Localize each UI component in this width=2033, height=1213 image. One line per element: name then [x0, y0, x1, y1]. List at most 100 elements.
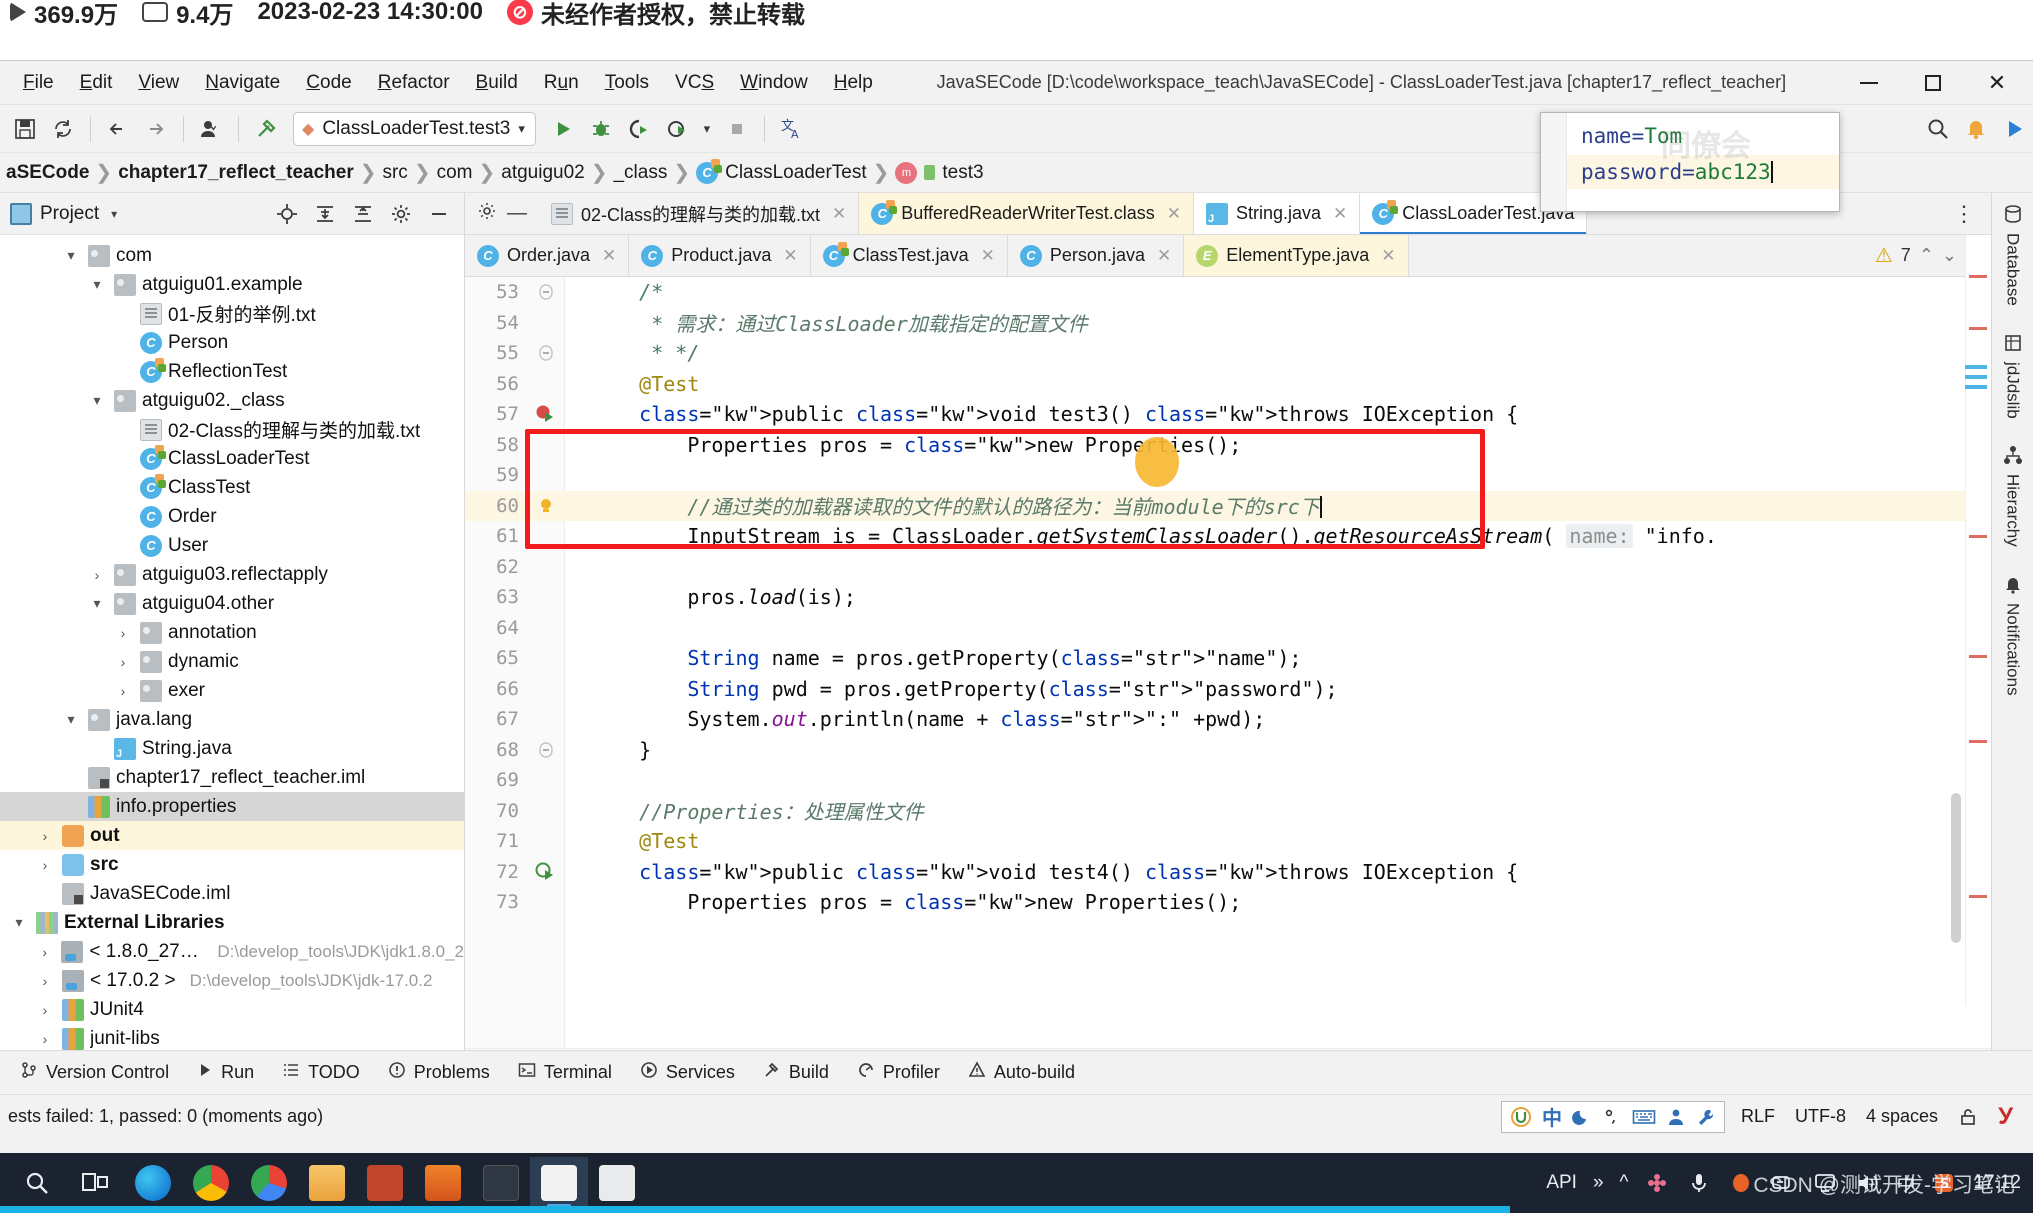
chevron-right-icon[interactable]: ›: [34, 1031, 56, 1047]
flower-icon[interactable]: [1644, 1170, 1670, 1196]
menu-item-edit[interactable]: Edit: [67, 68, 126, 98]
chevron-down-icon[interactable]: ▾: [60, 711, 82, 728]
tree-node[interactable]: ▾ atguigu02._class: [0, 386, 464, 415]
code-line[interactable]: 55 * */: [465, 338, 1991, 369]
code-line[interactable]: 65 String name = pros.getProperty(class=…: [465, 643, 1991, 674]
menu-item-file[interactable]: File: [10, 68, 67, 98]
code-line[interactable]: 62: [465, 552, 1991, 583]
fold-minus-icon[interactable]: [527, 344, 565, 362]
translate-icon[interactable]: 文A: [773, 110, 811, 148]
debug-icon[interactable]: [582, 110, 620, 148]
tree-node[interactable]: › out: [0, 821, 464, 850]
tool-window-version-control[interactable]: Version Control: [6, 1061, 183, 1084]
fold-minus-icon[interactable]: [527, 283, 565, 301]
breadcrumb-item-1[interactable]: chapter17_reflect_teacher: [112, 162, 360, 184]
stop-icon[interactable]: [718, 110, 756, 148]
tree-node[interactable]: C User: [0, 531, 464, 560]
chevron-right-icon[interactable]: ›: [112, 625, 134, 641]
tree-node[interactable]: chapter17_reflect_teacher.iml: [0, 763, 464, 792]
powerpoint-icon[interactable]: [356, 1157, 414, 1209]
tree-node[interactable]: › < 17.0.2 > D:\develop_tools\JDK\jdk-17.0…: [0, 966, 464, 995]
code-line[interactable]: 64: [465, 613, 1991, 644]
tree-node[interactable]: › < 1.8.0_271 > D:\develop_tools\JDK\jdk1.…: [0, 937, 464, 966]
editor-tab[interactable]: C Person.java ✕: [1007, 235, 1185, 276]
ime-mode-label[interactable]: 中: [1542, 1102, 1562, 1131]
tree-node[interactable]: › exer: [0, 676, 464, 705]
arrow-left-icon[interactable]: [99, 110, 137, 148]
close-tab-icon[interactable]: ✕: [1333, 204, 1347, 224]
explorer-icon[interactable]: [298, 1157, 356, 1209]
intention-bulb-icon[interactable]: [527, 496, 565, 516]
horizontal-scrollbar[interactable]: [465, 1048, 1991, 1050]
tree-node[interactable]: ▾ External Libraries: [0, 908, 464, 937]
chevron-down-icon[interactable]: ▾: [8, 914, 30, 931]
code-line[interactable]: 57 class="kw">public class="kw">void tes…: [465, 399, 1991, 430]
tree-node[interactable]: ▾ atguigu01.example: [0, 270, 464, 299]
tree-node[interactable]: info.properties: [0, 792, 464, 821]
run-icon[interactable]: [544, 110, 582, 148]
right-tool-notifications[interactable]: Notifications: [2002, 573, 2024, 696]
menu-item-vcs[interactable]: VCS: [662, 68, 727, 98]
minimize-button[interactable]: [1837, 62, 1901, 104]
code-line[interactable]: 54 * 需求：通过ClassLoader加载指定的配置文件: [465, 308, 1991, 339]
project-tree[interactable]: ▾ com ▾ atguigu01.example 01-反射的举例.txt C Perso…: [0, 235, 464, 1050]
tree-node[interactable]: 01-反射的举例.txt: [0, 299, 464, 328]
chevron-right-icon[interactable]: ›: [86, 567, 108, 583]
chevron-down-icon[interactable]: ▾: [86, 276, 108, 293]
code-line[interactable]: 69: [465, 765, 1991, 796]
breadcrumb-item-7[interactable]: m test3: [889, 161, 989, 184]
tree-node[interactable]: C Person: [0, 328, 464, 357]
menu-item-code[interactable]: Code: [293, 68, 364, 98]
chevron-right-icon[interactable]: ›: [112, 683, 134, 699]
ime-logo-icon[interactable]: [1510, 1106, 1532, 1128]
right-tool-hierarchy[interactable]: Hierarchy: [2002, 444, 2024, 547]
code-line[interactable]: 60 //通过类的加载器读取的文件的默认的路径为：当前module下的src下: [465, 490, 1991, 521]
moon-icon[interactable]: [1572, 1107, 1592, 1127]
edge-icon[interactable]: [124, 1157, 182, 1209]
lock-icon[interactable]: [1948, 1107, 1988, 1127]
tray-label[interactable]: »: [1593, 1172, 1604, 1194]
tool-window-auto-build[interactable]: Auto-build: [954, 1061, 1089, 1084]
menu-item-window[interactable]: Window: [727, 68, 821, 98]
run-right-icon[interactable]: [1995, 110, 2033, 148]
vertical-scrollbar-thumb[interactable]: [1951, 793, 1961, 943]
tree-node[interactable]: C Order: [0, 502, 464, 531]
intellij-icon[interactable]: [530, 1157, 588, 1209]
wrench-icon[interactable]: [1696, 1107, 1716, 1127]
code-line[interactable]: 58 Properties pros = class="kw">new Prop…: [465, 430, 1991, 461]
code-line[interactable]: 73 Properties pros = class="kw">new Prop…: [465, 887, 1991, 918]
calculator-icon[interactable]: [588, 1157, 646, 1209]
chevron-right-icon[interactable]: ›: [34, 973, 56, 989]
tree-node[interactable]: › src: [0, 850, 464, 879]
run-gutter-icon[interactable]: [527, 862, 565, 882]
breadcrumb-item-2[interactable]: src: [376, 162, 413, 184]
chevron-down-icon[interactable]: ▾: [111, 207, 117, 221]
keyboard-icon[interactable]: [1632, 1107, 1656, 1127]
y-brand-icon[interactable]: У: [1988, 1103, 2023, 1131]
tree-node[interactable]: C ClassLoaderTest: [0, 444, 464, 473]
run-with-coverage-icon[interactable]: [620, 110, 658, 148]
menu-item-view[interactable]: View: [125, 68, 192, 98]
user-icon[interactable]: [192, 110, 230, 148]
breadcrumb-item-6[interactable]: C ClassLoaderTest: [690, 158, 873, 184]
tool-window-run[interactable]: Run: [183, 1062, 268, 1083]
editor-tab[interactable]: C Product.java ✕: [629, 235, 811, 276]
inspection-status[interactable]: ⚠ 7 ⌃ ⌄: [1875, 243, 1957, 268]
editor-marker-strip[interactable]: [1965, 235, 1991, 1006]
editor-tab[interactable]: E ElementType.java ✕: [1184, 235, 1409, 276]
chevron-right-icon[interactable]: ›: [34, 944, 55, 960]
code-line[interactable]: 61 InputStream is = ClassLoader.getSyste…: [465, 521, 1991, 552]
code-line[interactable]: 59: [465, 460, 1991, 491]
breadcrumb-item-5[interactable]: _class: [607, 162, 673, 184]
chevron-down-icon[interactable]: ▾: [86, 392, 108, 409]
code-line[interactable]: 70 //Properties：处理属性文件: [465, 796, 1991, 827]
editor-tab[interactable]: C Order.java ✕: [465, 235, 630, 276]
editor-tab[interactable]: C ClassTest.java ✕: [810, 235, 1008, 276]
indent-setting[interactable]: 4 spaces: [1856, 1106, 1948, 1127]
tree-node[interactable]: › JUnit4: [0, 995, 464, 1024]
menu-item-navigate[interactable]: Navigate: [192, 68, 293, 98]
close-tab-icon[interactable]: ✕: [1381, 246, 1395, 266]
chevron-right-icon[interactable]: ›: [34, 1002, 56, 1018]
chrome-icon[interactable]: [182, 1157, 240, 1209]
code-line[interactable]: 72 class="kw">public class="kw">void tes…: [465, 857, 1991, 888]
